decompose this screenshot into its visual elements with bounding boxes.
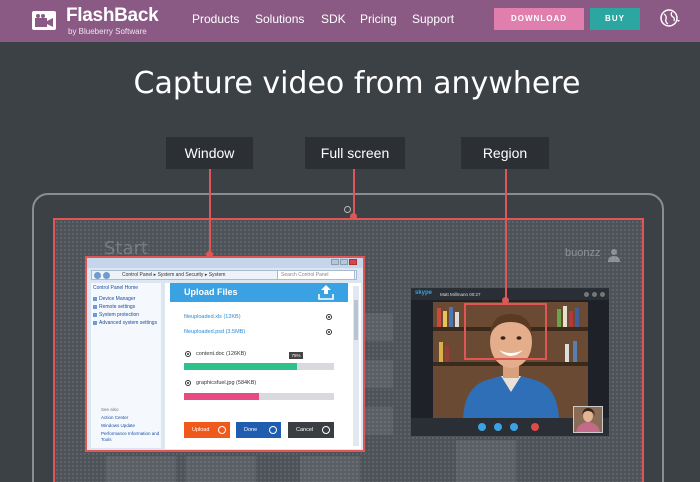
- book: [565, 344, 569, 362]
- nav-link-products[interactable]: Products: [192, 12, 239, 26]
- pending-file-name: graphicsfuel.jpg (584KB): [196, 380, 257, 386]
- see-also-action-center[interactable]: Action Center: [101, 415, 128, 420]
- book: [449, 307, 453, 327]
- region-connector-dot: [502, 297, 509, 304]
- nav-link-pricing[interactable]: Pricing: [360, 12, 397, 26]
- desktop-tile: [106, 456, 176, 482]
- book: [573, 341, 577, 362]
- address-path: Control Panel ▸ System and Security ▸ Sy…: [122, 272, 226, 278]
- done-button-label: Done: [244, 427, 258, 433]
- top-navbar: FlashBack by Blueberry Software Products…: [0, 0, 700, 42]
- see-also-heading: See also: [101, 407, 119, 412]
- skype-end-call-button[interactable]: [531, 423, 539, 431]
- sidebar-item-device-manager[interactable]: Device Manager: [93, 296, 135, 302]
- book: [439, 342, 443, 362]
- pending-file-name: content.doc (126KB): [196, 351, 247, 357]
- pending-file-radio[interactable]: [185, 380, 191, 386]
- user-avatar-icon: [608, 249, 620, 262]
- nav-link-support[interactable]: Support: [412, 12, 454, 26]
- cancel-button[interactable]: Cancel: [288, 422, 334, 438]
- desktop-tile: [365, 407, 393, 435]
- forward-arrow-icon[interactable]: [103, 272, 110, 279]
- book: [455, 312, 459, 327]
- window-connector-dot: [206, 251, 213, 258]
- book: [445, 346, 449, 362]
- maximize-button[interactable]: [340, 259, 348, 265]
- book: [437, 308, 441, 327]
- brand-subtitle: by Blueberry Software: [68, 27, 147, 36]
- skype-logo: skype: [415, 290, 433, 296]
- webcam-dot: [344, 206, 351, 213]
- skype-caller-name: Matt Millmann 00:27: [440, 292, 481, 297]
- mode-tab-full-screen[interactable]: Full screen: [305, 137, 405, 169]
- skype-video-button[interactable]: [494, 423, 502, 431]
- flashback-logo-icon[interactable]: [32, 11, 56, 30]
- progress-bar-track: [184, 393, 334, 400]
- uploaded-file-link[interactable]: fileuploaded.xls (12KB): [184, 314, 241, 320]
- done-button[interactable]: Done: [236, 422, 281, 438]
- back-arrow-icon[interactable]: [94, 272, 101, 279]
- upload-button[interactable]: Upload: [184, 422, 230, 438]
- pending-file-radio[interactable]: [185, 351, 191, 357]
- full-screen-connector-line: [353, 169, 355, 217]
- region-connector-line: [505, 169, 507, 300]
- full-screen-connector-dot: [350, 213, 357, 220]
- cancel-circle-icon: [322, 426, 330, 434]
- sidebar-item-advanced-settings[interactable]: Advanced system settings: [93, 320, 157, 326]
- globe-language-icon[interactable]: [660, 9, 682, 31]
- explorer-search-input[interactable]: Search Control Panel: [277, 270, 355, 280]
- nav-link-sdk[interactable]: SDK: [321, 12, 346, 26]
- skype-maximize-icon[interactable]: [592, 292, 597, 297]
- progress-percent-tag: 75%: [289, 352, 303, 359]
- hero-headline: Capture video from anywhere: [133, 66, 581, 101]
- upload-arrow-icon[interactable]: [318, 284, 334, 300]
- desktop-tile: [186, 456, 256, 482]
- book: [575, 308, 579, 327]
- sidebar-item-remote-settings[interactable]: Remote settings: [93, 304, 135, 310]
- sidebar-home-link[interactable]: Control Panel Home: [93, 285, 138, 291]
- see-also-performance[interactable]: Performance Information and Tools: [101, 431, 161, 443]
- minimize-button[interactable]: [331, 259, 339, 265]
- desktop-tile: [456, 440, 516, 482]
- see-also-windows-update[interactable]: Windows Update: [101, 423, 135, 428]
- nav-link-solutions[interactable]: Solutions: [255, 12, 304, 26]
- close-button[interactable]: [349, 259, 357, 265]
- mode-tab-region[interactable]: Region: [461, 137, 549, 169]
- sidebar-item-system-protection[interactable]: System protection: [93, 312, 139, 318]
- cancel-button-label: Cancel: [296, 427, 314, 433]
- buy-button[interactable]: BUY: [590, 8, 640, 30]
- book: [563, 306, 567, 327]
- upload-panel-title: Upload Files: [184, 287, 238, 297]
- book: [569, 311, 573, 327]
- upload-circle-icon: [218, 426, 226, 434]
- brand-name[interactable]: FlashBack: [66, 5, 159, 27]
- upload-button-label: Upload: [192, 427, 210, 433]
- uploaded-file-link[interactable]: fileuploaded.psd (3.5MB): [184, 329, 245, 335]
- progress-bar-fill: [184, 363, 297, 370]
- progress-bar-track: [184, 363, 334, 370]
- skype-chat-button[interactable]: [510, 423, 518, 431]
- desktop-tile: [365, 360, 393, 388]
- book: [443, 311, 447, 327]
- desktop-user-name: buonzz: [565, 247, 601, 259]
- scrollbar-thumb[interactable]: [354, 300, 358, 340]
- download-button[interactable]: DOWNLOAD: [494, 8, 584, 30]
- mode-tab-window[interactable]: Window: [166, 137, 253, 169]
- desktop-tile: [300, 456, 360, 482]
- skype-minimize-icon[interactable]: [584, 292, 589, 297]
- window-connector-line: [209, 169, 211, 255]
- skype-close-icon[interactable]: [600, 292, 605, 297]
- self-view-person: [576, 408, 600, 432]
- progress-bar-fill: [184, 393, 259, 400]
- region-capture-box: [464, 303, 547, 360]
- skype-self-view: [573, 406, 603, 433]
- skype-mic-button[interactable]: [478, 423, 486, 431]
- check-circle-icon: [269, 426, 277, 434]
- explorer-title-bar[interactable]: [87, 258, 363, 268]
- file-radio-button[interactable]: [326, 314, 332, 320]
- desktop-tile: [365, 313, 393, 341]
- file-radio-button[interactable]: [326, 329, 332, 335]
